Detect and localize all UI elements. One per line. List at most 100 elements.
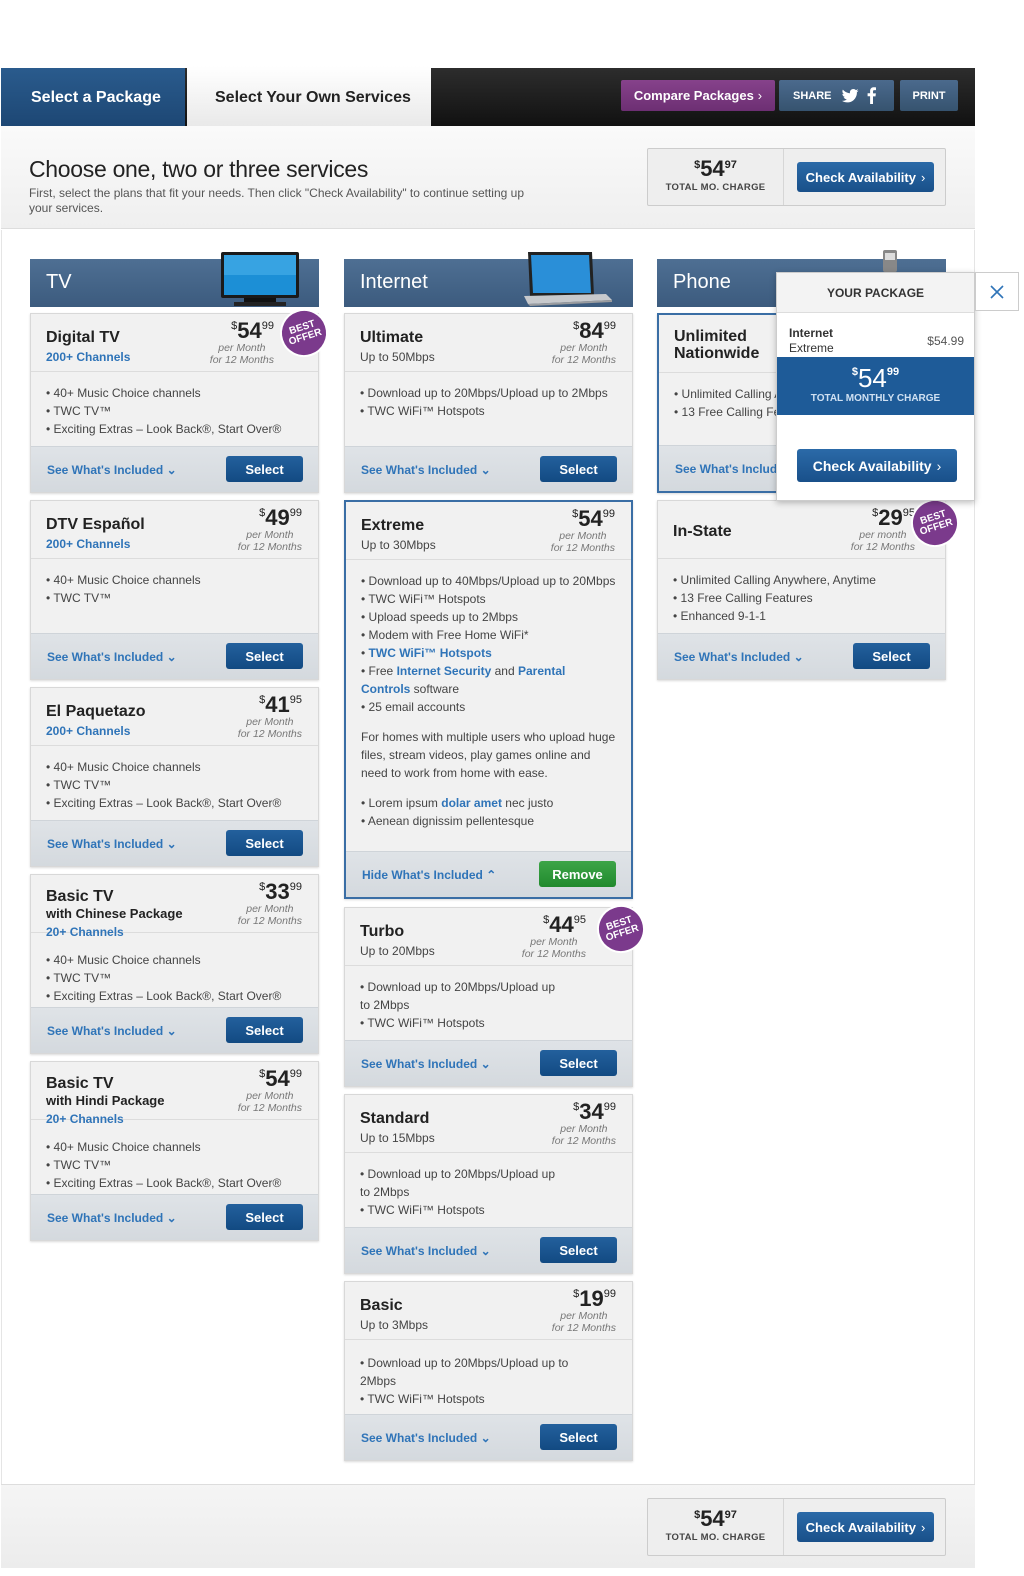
plan-price: $4495 per Month for 12 Months — [521, 912, 586, 961]
select-button[interactable]: Select — [853, 643, 930, 669]
dolar-amet-link[interactable]: dolar amet — [441, 796, 502, 810]
select-button[interactable]: Select — [226, 456, 303, 482]
plan-features: 40+ Music Choice channelsTWC TV™ — [31, 559, 318, 607]
plan-features: 40+ Music Choice channelsTWC TV™Exciting… — [31, 1120, 318, 1192]
hide-whats-included-link[interactable]: Hide What's Included ⌃ — [362, 868, 496, 882]
check-availability-button[interactable]: Check Availability › — [797, 162, 934, 192]
facebook-icon[interactable] — [867, 87, 876, 104]
total-charge-box: $5497 TOTAL MO. CHARGE Check Availabilit… — [647, 148, 946, 206]
chevron-down-icon: ⌄ — [166, 463, 177, 477]
tv-plan-card: Basic TV with Hindi Package 20+ Channels … — [30, 1061, 319, 1241]
total-charge-label: TOTAL MO. CHARGE — [665, 182, 766, 193]
see-whats-included-link[interactable]: See What's Included ⌄ — [47, 1024, 177, 1038]
tv-plan-card: DTV Español 200+ Channels $4999 per Mont… — [30, 500, 319, 680]
share-button[interactable]: SHARE — [779, 80, 894, 111]
plan-name: El Paquetazo — [46, 703, 146, 720]
plan-features: Unlimited Calling Anywhere, Anytime13 Fr… — [658, 559, 945, 625]
chevron-up-icon: ⌃ — [486, 868, 497, 882]
plan-channels: 200+ Channels — [46, 724, 131, 738]
plan-name: Basic — [360, 1297, 403, 1314]
plan-name: Basic TV with Chinese Package — [46, 888, 183, 921]
top-nav: Select a Package Select Your Own Service… — [1, 66, 975, 126]
share-label: SHARE — [793, 89, 832, 102]
page-title: Choose one, two or three services — [29, 156, 369, 182]
select-button[interactable]: Select — [226, 830, 303, 856]
total-charge-price: $5497 — [694, 1506, 737, 1531]
see-whats-included-link[interactable]: See What's Included ⌄ — [47, 650, 177, 664]
internet-plan-card: Standard Up to 15Mbps $3499 per Month for… — [344, 1094, 633, 1274]
twitter-icon[interactable] — [841, 88, 859, 103]
plan-speed: Up to 20Mbps — [360, 944, 435, 958]
plan-name: Ultimate — [360, 329, 424, 346]
phone-plan-card: In-State $2995 per monthfor 12 Months Un… — [657, 500, 946, 680]
select-button[interactable]: Select — [540, 1424, 617, 1450]
plan-name: Extreme — [361, 517, 425, 534]
chevron-down-icon: ⌄ — [480, 1244, 491, 1258]
tv-column-header: TV — [30, 252, 319, 307]
plan-channels: 20+ Channels — [46, 925, 124, 939]
select-button[interactable]: Select — [540, 1050, 617, 1076]
internet-column-header: Internet — [344, 252, 633, 307]
plan-name: In-State — [673, 523, 732, 540]
hotspots-link[interactable]: TWC WiFi™ Hotspots — [369, 646, 492, 660]
print-button[interactable]: PRINT — [900, 80, 958, 111]
internet-security-link[interactable]: Internet Security — [397, 664, 492, 678]
tv-icon — [221, 252, 299, 306]
tv-plan-card: Digital TV 200+ Channels $5499 per Month… — [30, 313, 319, 493]
plan-speed: Up to 30Mbps — [361, 538, 436, 552]
chevron-right-icon: › — [936, 457, 942, 474]
popup-check-availability-button[interactable]: Check Availability › — [797, 449, 957, 482]
chevron-down-icon: ⌄ — [166, 1211, 177, 1225]
plan-price: $3499 per Month for 12 Months — [551, 1099, 616, 1148]
see-whats-included-link[interactable]: See What's Included ⌄ — [361, 463, 491, 477]
total-charge-summary: $5497 TOTAL MO. CHARGE — [648, 149, 784, 205]
chevron-down-icon: ⌄ — [480, 1431, 491, 1445]
close-popup-button[interactable] — [975, 272, 1019, 311]
page-footer: $5497 TOTAL MO. CHARGE Check Availabilit… — [1, 1484, 975, 1568]
chevron-down-icon: ⌄ — [166, 837, 177, 851]
select-button[interactable]: Select — [540, 456, 617, 482]
plan-features: Download up to 20Mbps/Upload up to 2Mbps… — [345, 372, 632, 420]
see-whats-included-link[interactable]: See What's Included ⌄ — [674, 650, 804, 664]
select-button[interactable]: Select — [226, 1204, 303, 1230]
package-line-item: Internet Extreme $54.99 — [789, 326, 964, 355]
package-total: $5499 TOTAL MONTHLY CHARGE — [777, 357, 974, 415]
your-package-title: YOUR PACKAGE — [777, 273, 974, 313]
plan-features: Download up to 20Mbps/Upload up to 2Mbps… — [345, 1340, 595, 1408]
compare-packages-button[interactable]: Compare Packages › — [621, 80, 775, 111]
see-whats-included-link[interactable]: See What's Included ⌄ — [47, 837, 177, 851]
chevron-down-icon: ⌄ — [480, 1057, 491, 1071]
see-whats-included-link[interactable]: See What's Includ — [675, 462, 777, 476]
see-whats-included-link[interactable]: See What's Included ⌄ — [361, 1244, 491, 1258]
remove-button[interactable]: Remove — [539, 861, 616, 887]
chevron-right-icon: › — [920, 1519, 926, 1535]
see-whats-included-link[interactable]: See What's Included ⌄ — [47, 1211, 177, 1225]
plan-speed: Up to 50Mbps — [360, 350, 435, 364]
chevron-down-icon: ⌄ — [480, 463, 491, 477]
total-charge-box: $5497 TOTAL MO. CHARGE Check Availabilit… — [647, 1498, 946, 1556]
phone-column-title: Phone — [673, 271, 731, 293]
plan-channels: 200+ Channels — [46, 537, 131, 551]
plan-features: 40+ Music Choice channelsTWC TV™Exciting… — [31, 746, 318, 812]
plan-features: Download up to 40Mbps/Upload up to 20Mbp… — [346, 560, 631, 830]
plan-name: DTV Español — [46, 516, 145, 533]
select-button[interactable]: Select — [226, 1017, 303, 1043]
plan-price: $4195 per Month for 12 Months — [237, 692, 302, 741]
see-whats-included-link[interactable]: See What's Included ⌄ — [361, 1431, 491, 1445]
your-package-popup: YOUR PACKAGE Internet Extreme $54.99 $549… — [776, 272, 975, 501]
total-charge-summary: $5497 TOTAL MO. CHARGE — [648, 1499, 784, 1555]
see-whats-included-link[interactable]: See What's Included ⌄ — [361, 1057, 491, 1071]
plan-speed: Up to 3Mbps — [360, 1318, 429, 1332]
plan-price: $5499 per Month for 12 Months — [209, 318, 274, 367]
internet-column-title: Internet — [360, 271, 428, 293]
plan-description: For homes with multiple users who upload… — [361, 730, 616, 780]
see-whats-included-link[interactable]: See What's Included ⌄ — [47, 463, 177, 477]
check-availability-button[interactable]: Check Availability › — [797, 1512, 934, 1542]
tab-select-own-services[interactable]: Select Your Own Services — [187, 66, 431, 126]
select-button[interactable]: Select — [226, 643, 303, 669]
select-button[interactable]: Select — [540, 1237, 617, 1263]
internet-plan-card: Ultimate Up to 50Mbps $8499 per Month for… — [344, 313, 633, 493]
plan-name: Turbo — [360, 923, 405, 940]
tab-select-package[interactable]: Select a Package — [1, 68, 185, 126]
plan-price: $5499 per Month for 12 Months — [550, 506, 615, 555]
